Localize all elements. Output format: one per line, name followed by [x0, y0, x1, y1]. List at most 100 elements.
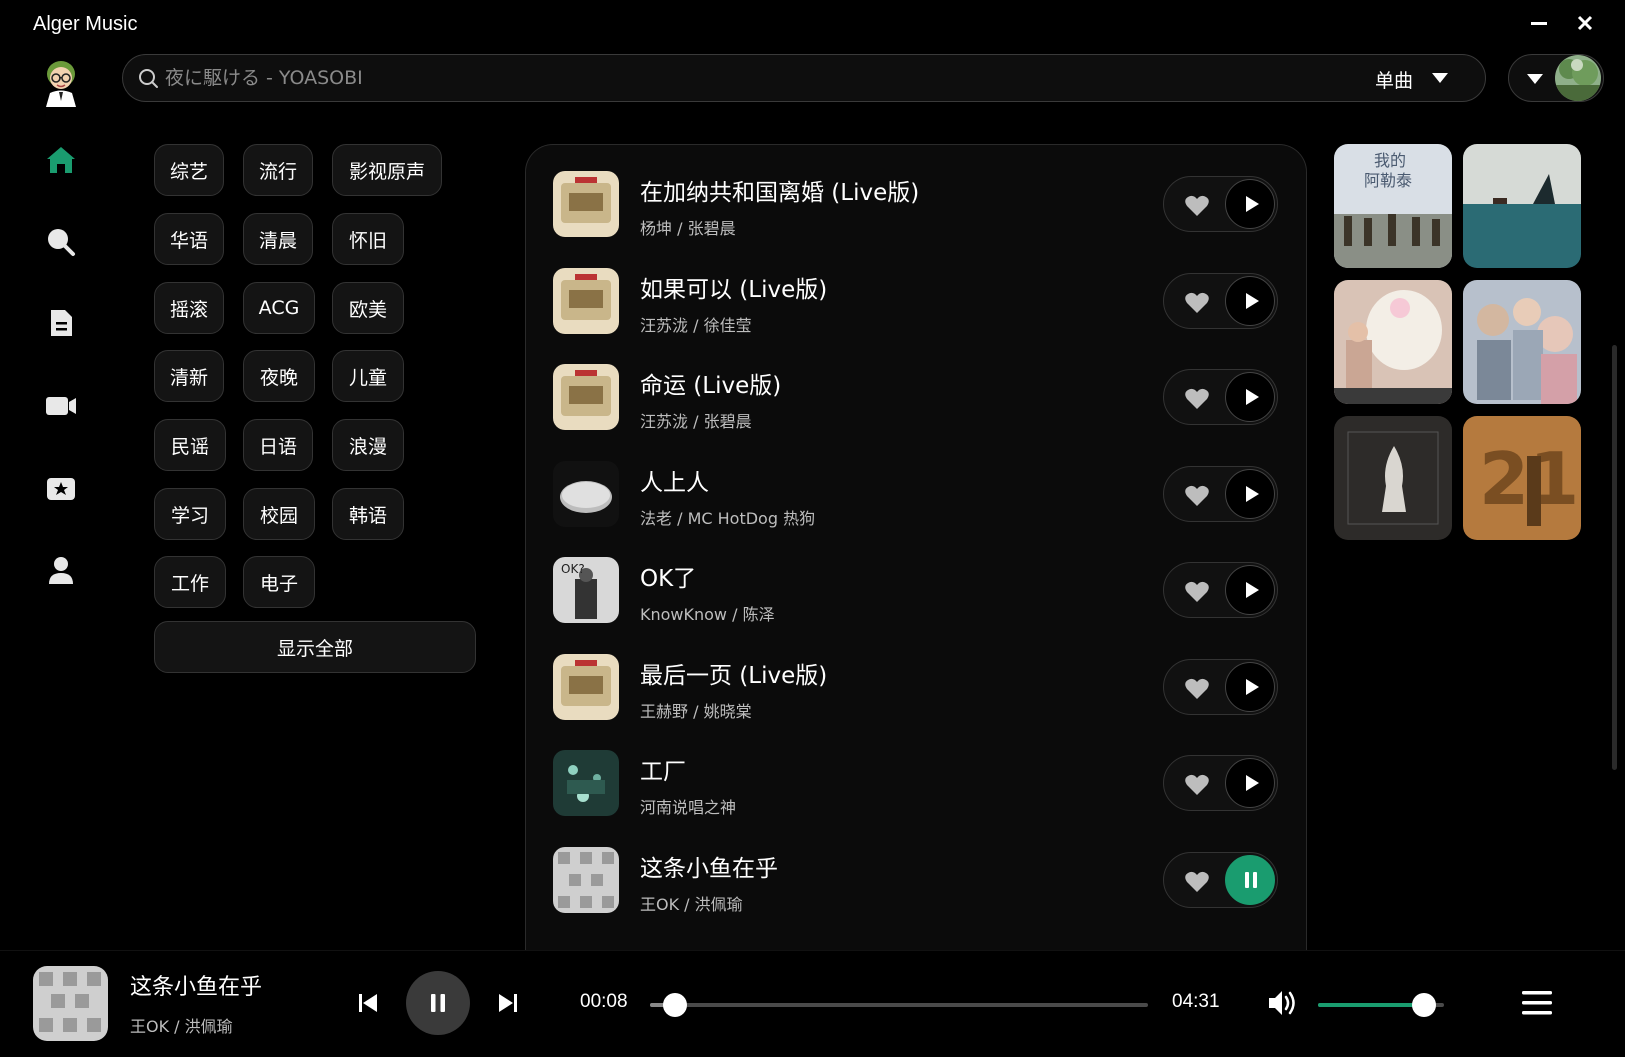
- tag-button[interactable]: 清晨: [243, 213, 313, 265]
- play-icon: [1246, 775, 1259, 791]
- search-type-select[interactable]: 单曲: [1375, 66, 1413, 93]
- song-artist[interactable]: 杨坤 / 张碧晨: [640, 215, 736, 239]
- song-artist[interactable]: KnowKnow / 陈泽: [640, 601, 775, 625]
- volume-slider[interactable]: [1318, 993, 1444, 1017]
- tag-button[interactable]: 清新: [154, 350, 224, 402]
- song-cover[interactable]: OK?: [553, 557, 619, 623]
- minimize-button[interactable]: [1524, 12, 1554, 38]
- current-time: 00:08: [580, 991, 628, 1012]
- heart-icon[interactable]: [1184, 291, 1210, 315]
- song-play-button[interactable]: [1225, 565, 1275, 615]
- playlist-button[interactable]: [1522, 989, 1552, 1017]
- scrollbar[interactable]: [1612, 345, 1617, 770]
- volume-thumb[interactable]: [1411, 993, 1436, 1017]
- song-play-button[interactable]: [1225, 372, 1275, 422]
- song-cover[interactable]: [553, 267, 619, 334]
- tag-button[interactable]: 日语: [243, 419, 313, 471]
- song-artist[interactable]: 王OK / 洪佩瑜: [640, 891, 743, 915]
- tag-button[interactable]: 流行: [243, 144, 313, 196]
- song-row[interactable]: 最后一页 (Live版) 王赫野 / 姚晓棠: [526, 628, 1306, 728]
- tag-button[interactable]: 电子: [243, 556, 315, 608]
- search-input[interactable]: [165, 55, 1265, 101]
- sidebar: [0, 50, 122, 950]
- song-play-button[interactable]: [1225, 854, 1275, 905]
- song-play-button[interactable]: [1225, 758, 1275, 808]
- nav-mv[interactable]: [44, 389, 78, 423]
- tag-button[interactable]: ACG: [243, 282, 315, 334]
- progress-thumb[interactable]: [662, 993, 687, 1017]
- song-row[interactable]: 这条小鱼在乎 王OK / 洪佩瑜: [526, 821, 1306, 921]
- tag-button[interactable]: 浪漫: [332, 419, 404, 471]
- album-card[interactable]: [1463, 280, 1581, 404]
- previous-button[interactable]: [356, 991, 380, 1015]
- album-card[interactable]: [1334, 416, 1452, 540]
- avatar[interactable]: [1555, 55, 1601, 101]
- song-play-button[interactable]: [1225, 275, 1275, 326]
- tag-button[interactable]: 民谣: [154, 419, 226, 471]
- play-pause-button[interactable]: [406, 971, 470, 1035]
- heart-icon[interactable]: [1184, 580, 1210, 604]
- show-all-button[interactable]: 显示全部: [154, 621, 476, 673]
- tag-button[interactable]: 韩语: [332, 488, 404, 540]
- song-artist[interactable]: 王赫野 / 姚晓棠: [640, 698, 752, 722]
- song-row[interactable]: 在加纳共和国离婚 (Live版) 杨坤 / 张碧晨: [526, 145, 1306, 245]
- tag-button[interactable]: 夜晚: [243, 350, 315, 402]
- heart-icon[interactable]: [1184, 870, 1210, 894]
- tag-button[interactable]: 校园: [243, 488, 315, 540]
- heart-icon[interactable]: [1184, 773, 1210, 797]
- nav-playlist[interactable]: [44, 306, 78, 340]
- tag-button[interactable]: 影视原声: [332, 144, 442, 196]
- song-artist[interactable]: 法老 / MC HotDog 热狗: [640, 505, 815, 529]
- heart-icon[interactable]: [1184, 484, 1210, 508]
- song-row[interactable]: 人上人 法老 / MC HotDog 热狗: [526, 435, 1306, 535]
- song-row[interactable]: OK? OK了 KnowKnow / 陈泽: [526, 531, 1306, 631]
- next-button[interactable]: [496, 991, 520, 1015]
- album-card[interactable]: [1463, 144, 1581, 268]
- song-cover[interactable]: [553, 750, 619, 816]
- song-play-button[interactable]: [1225, 468, 1275, 519]
- song-actions: [1163, 465, 1278, 522]
- nav-home[interactable]: [44, 143, 78, 177]
- song-row[interactable]: 工厂 河南说唱之神: [526, 724, 1306, 824]
- song-cover[interactable]: [553, 460, 619, 527]
- album-card[interactable]: [1334, 280, 1452, 404]
- song-artist[interactable]: 汪苏泷 / 张碧晨: [640, 408, 752, 432]
- progress-slider[interactable]: [650, 993, 1148, 1017]
- heart-icon[interactable]: [1184, 194, 1210, 218]
- tag-button[interactable]: 综艺: [154, 144, 224, 196]
- tag-button[interactable]: 怀旧: [332, 213, 404, 265]
- tag-button[interactable]: 工作: [154, 556, 226, 608]
- tag-button[interactable]: 摇滚: [154, 282, 224, 334]
- tag-button[interactable]: 欧美: [332, 282, 404, 334]
- song-artist[interactable]: 汪苏泷 / 徐佳莹: [640, 312, 752, 336]
- song-cover[interactable]: [553, 653, 619, 720]
- song-actions: [1163, 658, 1278, 715]
- song-cover[interactable]: [553, 364, 619, 430]
- pause-icon: [1245, 871, 1257, 888]
- heart-icon[interactable]: [1184, 387, 1210, 411]
- song-cover[interactable]: [553, 846, 619, 913]
- song-play-button[interactable]: [1225, 179, 1275, 229]
- nav-search[interactable]: [44, 225, 78, 259]
- song-cover[interactable]: [553, 171, 619, 237]
- user-menu[interactable]: [1508, 54, 1604, 102]
- song-row[interactable]: 命运 (Live版) 汪苏泷 / 张碧晨: [526, 338, 1306, 438]
- now-playing-artist[interactable]: 王OK / 洪佩瑜: [130, 1013, 233, 1037]
- tag-button[interactable]: 学习: [154, 488, 226, 540]
- chevron-down-icon[interactable]: [1431, 72, 1449, 84]
- song-play-button[interactable]: [1225, 661, 1275, 712]
- nav-favorites[interactable]: [44, 471, 78, 505]
- album-card[interactable]: 我的 阿勒泰: [1334, 144, 1452, 268]
- close-button[interactable]: [1570, 12, 1600, 38]
- song-artist[interactable]: 河南说唱之神: [640, 794, 736, 818]
- now-playing-cover[interactable]: [33, 966, 108, 1041]
- tag-button[interactable]: 儿童: [332, 350, 404, 402]
- song-row[interactable]: 如果可以 (Live版) 汪苏泷 / 徐佳莹: [526, 242, 1306, 342]
- album-card[interactable]: 21: [1463, 416, 1581, 540]
- heart-icon[interactable]: [1184, 677, 1210, 701]
- user-icon: [49, 557, 73, 584]
- volume-button[interactable]: [1266, 988, 1298, 1018]
- chevron-down-icon[interactable]: [1526, 73, 1544, 85]
- nav-user[interactable]: [44, 553, 78, 587]
- tag-button[interactable]: 华语: [154, 213, 224, 265]
